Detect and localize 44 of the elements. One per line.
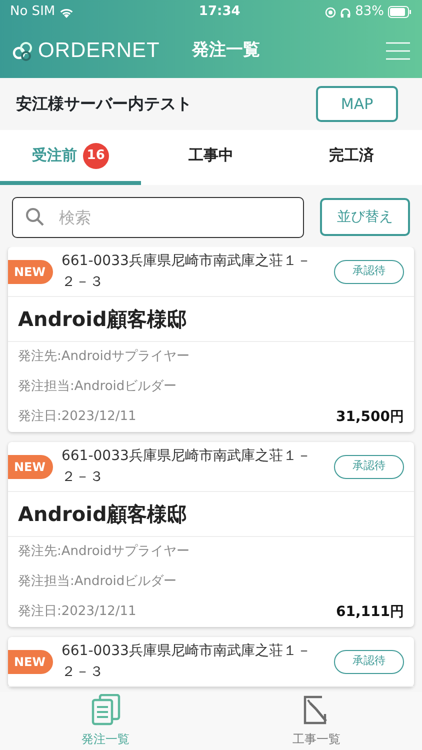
date-text: 発注日:2023/12/11 [18,603,136,622]
map-button[interactable]: MAP [316,86,398,122]
address-text: 661-0033兵庫県尼崎市南武庫之荘１－２－３ [61,642,312,682]
wifi-icon [59,6,74,18]
nav-tab[interactable]: 発注一覧 [0,692,211,750]
order-card[interactable]: NEW 661-0033兵庫県尼崎市南武庫之荘１－２－３ 承認待 Android顧客様邸 発注先:Androidサプライヤー 発注担当:Androidビルダー 発注日:2023/12/11 61,111円 [8,442,414,627]
supplier-text: 発注先:Androidサプライヤー [17,543,191,562]
amount-text: 61,111円 [336,602,404,622]
amount-text: 31,500円 [336,408,404,426]
customer-name: Android顧客様邸 [8,297,414,342]
order-card[interactable]: NEW 661-0033兵庫県尼崎市南武庫之荘１－２－３ 承認待 [8,637,414,687]
date-text: 発注日:2023/12/11 [18,408,136,426]
person-text: 発注担当:Androidビルダー [17,573,178,592]
tab[interactable]: 完工済 [281,130,422,185]
logo-icon [12,41,34,61]
battery-icon [388,6,412,18]
nav-tab[interactable]: 工事一覧 [211,692,422,750]
logo-text: ORDERNET [38,38,160,64]
menu-icon[interactable] [386,42,410,60]
new-badge: NEW [8,260,54,284]
tab[interactable]: 受注前 16 [0,130,141,185]
person-text: 発注担当:Androidビルダー [17,378,178,396]
customer-name: Android顧客様邸 [8,492,414,537]
search-icon [25,206,45,226]
search-field[interactable]: 検索 [12,196,304,238]
status-button[interactable]: 承認待 [334,650,404,674]
headphones-icon [340,6,352,18]
count-badge: 16 [82,142,109,168]
address-text: 661-0033兵庫県尼崎市南武庫之荘１－２－３ [61,447,312,486]
new-badge: NEW [8,454,54,478]
sort-button[interactable]: 並び替え [320,198,410,236]
site-name: 安江様サーバー内テスト [16,93,192,115]
order-card[interactable]: NEW 661-0033兵庫県尼崎市南武庫之荘１－２－３ 承認待 Android顧客様邸 発注先:Androidサプライヤー 発注担当:Androidビルダー 発注日:2023/12/11 31,500円 [8,247,414,432]
address-text: 661-0033兵庫県尼崎市南武庫之荘１－２－３ [61,252,312,292]
time-text: 17:34 [198,3,240,22]
supplier-text: 発注先:Androidサプライヤー [17,348,191,366]
tab[interactable]: 工事中 [140,130,282,185]
carrier-text: No SIM [10,3,56,22]
lock-rotation-icon [325,6,336,18]
status-button[interactable]: 承認待 [334,260,404,284]
page-title: 発注一覧 [192,39,260,62]
status-button[interactable]: 承認待 [334,454,404,478]
battery-percent: 83% [355,3,384,22]
new-badge: NEW [8,650,54,674]
